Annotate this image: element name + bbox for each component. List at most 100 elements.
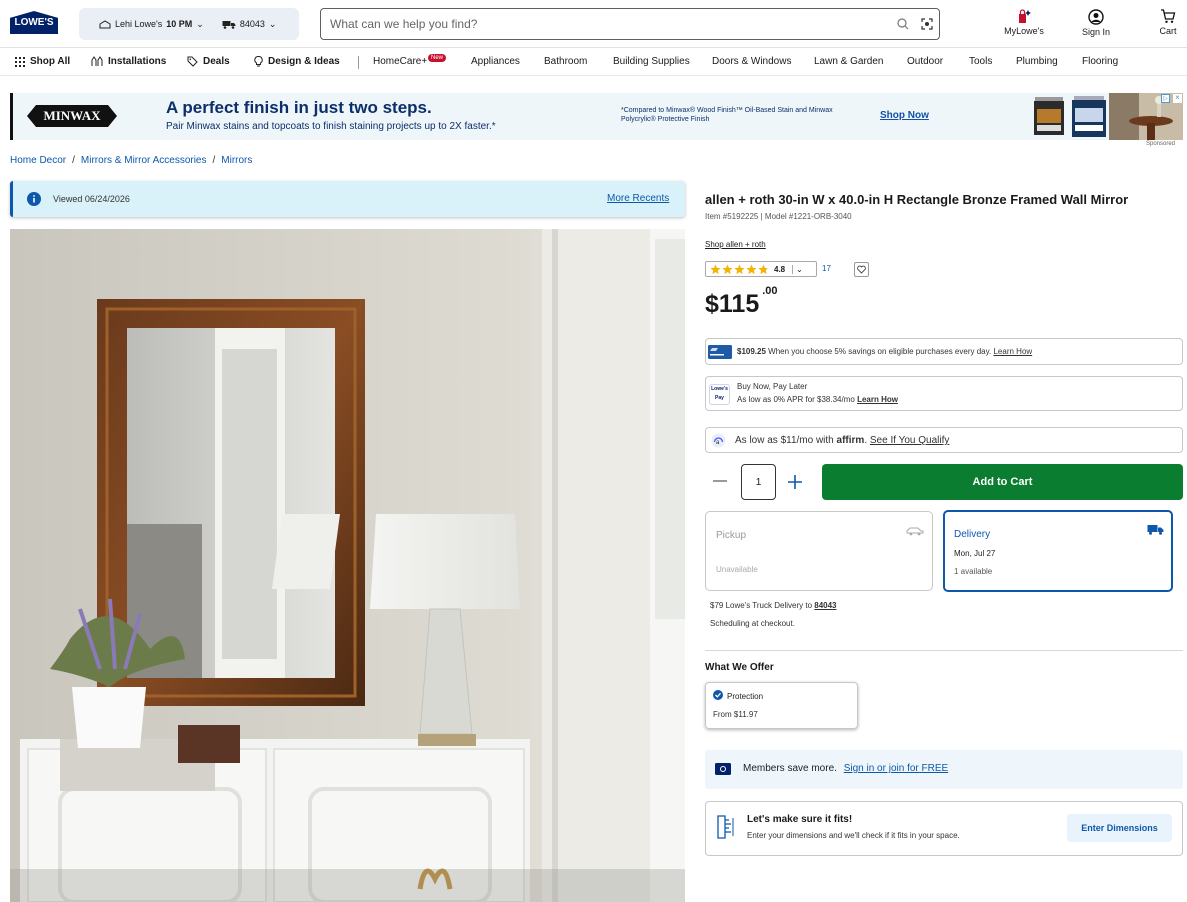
affirm-qualify-link[interactable]: See If You Qualify — [870, 435, 950, 446]
nav-item-outdoor[interactable]: Outdoor — [907, 56, 943, 67]
store-name: Lehi Lowe's — [115, 19, 163, 29]
checkbox-checked-icon — [713, 690, 723, 700]
quantity-input[interactable]: 1 — [741, 464, 776, 500]
sponsored-label: Sponsored — [1146, 141, 1176, 147]
lowes-card-offer: $109.25 When you choose 5% savings on el… — [705, 338, 1183, 365]
quantity-decrease-button[interactable] — [713, 480, 727, 482]
nav-label: Tools — [969, 56, 993, 67]
nav-label: Lawn & Garden — [814, 56, 884, 67]
nav-item-plumbing[interactable]: Plumbing — [1016, 56, 1058, 67]
nav-installations[interactable]: Installations — [91, 56, 166, 67]
credit-card-icon — [708, 345, 732, 359]
item-model-number: Item #5192225 | Model #1221-ORB-3040 — [705, 212, 852, 221]
cart-button[interactable]: Cart — [1144, 9, 1187, 36]
nav-item-building-supplies[interactable]: Building Supplies — [613, 56, 690, 67]
banner-shop-now-link[interactable]: Shop Now — [880, 110, 929, 121]
nav-item-doors-windows[interactable]: Doors & Windows — [712, 56, 791, 67]
store-selector[interactable]: Lehi Lowe's 10 PM ⌄ 84043 ⌄ — [79, 8, 299, 40]
add-to-cart-button[interactable]: Add to Cart — [822, 464, 1183, 500]
breadcrumb-home-decor[interactable]: Home Decor — [10, 155, 66, 166]
breadcrumb-mirrors-accessories[interactable]: Mirrors & Mirror Accessories — [81, 155, 207, 166]
nav-item-bathroom[interactable]: Bathroom — [544, 56, 587, 67]
truck-zip-link[interactable]: 84043 — [814, 601, 836, 610]
user-icon — [1088, 9, 1104, 25]
truck-delivery-text: $79 Lowe's Truck Delivery to — [710, 601, 813, 610]
members-signin-link[interactable]: Sign in or join for FREE — [844, 763, 949, 774]
protection-plan-option[interactable]: Protection From $11.97 — [705, 682, 858, 729]
enter-dimensions-button[interactable]: Enter Dimensions — [1067, 814, 1172, 842]
nav-shop-all[interactable]: Shop All — [15, 56, 70, 67]
search-icon[interactable] — [897, 18, 909, 30]
review-count-link[interactable]: 17 — [822, 264, 831, 273]
card-savings-text: When you choose 5% savings on eligible p… — [768, 347, 992, 356]
recently-viewed-notice: Viewed 06/24/2026 More Recents — [10, 181, 685, 217]
card-learn-how-link[interactable]: Learn How — [993, 347, 1032, 356]
chevron-down-icon: ⌄ — [196, 18, 204, 29]
nav-item-tools[interactable]: Tools — [969, 56, 992, 67]
car-icon — [906, 527, 924, 536]
nav-item-lawn-garden[interactable]: Lawn & Garden — [814, 56, 884, 67]
nav-item-homecare[interactable]: HomeCare+ — [373, 56, 427, 67]
delivery-availability: 1 available — [954, 567, 993, 576]
chevron-down-icon: ⌄ — [268, 18, 277, 29]
delivery-zip[interactable]: 84043 ⌄ — [222, 18, 277, 30]
scheduling-note: Scheduling at checkout. — [710, 619, 795, 628]
nav-label: Bathroom — [544, 56, 588, 67]
affirm-offer: a As low as $11/mo with affirm. See If Y… — [705, 427, 1183, 453]
viewed-date: Viewed 06/24/2026 — [53, 194, 130, 204]
nav-deals[interactable]: Deals — [187, 56, 230, 67]
lowes-logo[interactable]: LOWE'S — [10, 11, 58, 34]
nav-label: Deals — [203, 56, 230, 67]
mylowes-button[interactable]: MyLowe's — [1000, 9, 1048, 36]
pickup-status: Unavailable — [716, 565, 758, 574]
chevron-down-icon: ⌄ — [792, 264, 803, 274]
more-recents-link[interactable]: More Recents — [607, 193, 669, 204]
logo-text: LOWE'S — [14, 17, 54, 28]
cart-icon — [1161, 9, 1176, 23]
nav-label: Building Supplies — [613, 56, 690, 67]
ad-choices-icon[interactable]: ▷ — [1161, 94, 1170, 103]
pickup-option[interactable]: Pickup Unavailable — [705, 511, 933, 591]
protection-label: Protection — [727, 692, 764, 701]
sponsored-banner[interactable]: MINWAX A perfect finish in just two step… — [10, 93, 1183, 140]
favorite-button[interactable] — [854, 262, 869, 277]
star-icon — [734, 263, 745, 274]
store-info[interactable]: Lehi Lowe's 10 PM ⌄ — [99, 19, 204, 30]
nav-item-appliances[interactable]: Appliances — [471, 56, 520, 67]
nav-design-ideas[interactable]: Design & Ideas — [254, 56, 340, 67]
nav-label: Doors & Windows — [712, 56, 792, 67]
delivery-option[interactable]: Delivery Mon, Jul 27 1 available — [943, 510, 1173, 592]
nav-divider — [358, 56, 359, 69]
product-title: allen + roth 30-in W x 40.0-in H Rectang… — [705, 192, 1129, 207]
site-header: LOWE'S Lehi Lowe's 10 PM ⌄ 84043 ⌄ What … — [0, 0, 1187, 48]
bnpl-title: Buy Now, Pay Later — [737, 382, 808, 391]
shop-brand-link[interactable]: Shop allen + roth — [705, 240, 766, 249]
product-image[interactable] — [10, 229, 685, 902]
sign-in-label: Sign In — [1081, 27, 1111, 37]
grid-icon — [15, 56, 25, 67]
quantity-increase-button[interactable] — [788, 475, 802, 489]
close-ad-icon[interactable]: × — [1173, 94, 1182, 103]
truck-icon — [1147, 525, 1164, 535]
banner-headline: A perfect finish in just two steps. — [166, 98, 432, 117]
breadcrumb-mirrors[interactable]: Mirrors — [221, 155, 252, 166]
truck-icon — [222, 20, 236, 29]
mirror-scene-illustration — [10, 229, 685, 902]
breadcrumb: Home Decor / Mirrors & Mirror Accessorie… — [10, 155, 252, 166]
fits-text: Enter your dimensions and we'll check if… — [747, 831, 960, 840]
sign-in-button[interactable]: Sign In — [1072, 9, 1120, 37]
rating-summary[interactable]: 4.8 ⌄ — [705, 261, 817, 277]
search-input[interactable]: What can we help you find? — [320, 8, 940, 40]
price-cents: .00 — [762, 284, 778, 297]
new-badge: New — [428, 54, 447, 62]
rating-value: 4.8 — [774, 264, 786, 274]
tag-icon — [187, 56, 198, 67]
members-text: Members save more. — [743, 763, 837, 774]
nav-item-flooring[interactable]: Flooring — [1082, 56, 1118, 67]
breadcrumb-separator: / — [72, 155, 75, 166]
brand-text: MINWAX — [43, 108, 101, 123]
members-banner: Members save more. Sign in or join for F… — [705, 750, 1183, 789]
bnpl-learn-how-link[interactable]: Learn How — [857, 395, 898, 404]
camera-search-icon[interactable] — [921, 18, 933, 30]
search-placeholder: What can we help you find? — [330, 17, 478, 31]
